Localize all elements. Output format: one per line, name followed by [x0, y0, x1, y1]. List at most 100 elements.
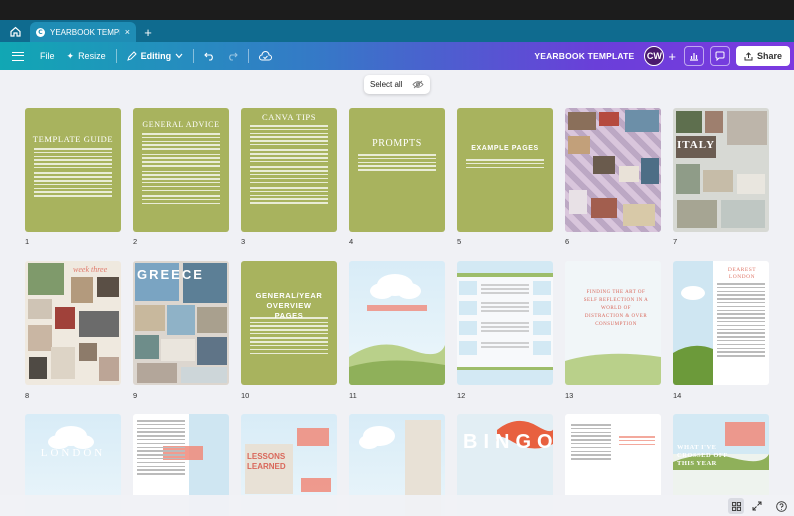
body-text: [137, 420, 185, 477]
photo: [705, 111, 723, 133]
page-title: PROMPTS: [372, 138, 422, 149]
page-number: 3: [241, 237, 246, 246]
page-number: 1: [25, 237, 30, 246]
photo: [161, 339, 195, 361]
body-text: [619, 436, 655, 447]
page-thumbnail[interactable]: EXAMPLE PAGES: [457, 108, 553, 232]
page-number: 11: [349, 391, 357, 400]
page-thumbnail[interactable]: [457, 261, 553, 385]
page-thumbnail[interactable]: GENERAL/YEAR OVERVIEW PAGES: [241, 261, 337, 385]
body-text: [571, 424, 611, 462]
page-thumbnail[interactable]: [349, 261, 445, 385]
hill-illustration: [673, 286, 713, 385]
photo: [28, 299, 52, 319]
page-title: EXAMPLE PAGES: [471, 145, 539, 152]
photo: [197, 307, 227, 333]
photo: [97, 277, 119, 297]
photo: [137, 363, 177, 383]
body-text: [142, 133, 220, 206]
page-number: 10: [241, 391, 250, 400]
page-number: 14: [673, 391, 682, 400]
page-thumbnail[interactable]: [565, 108, 661, 232]
photo: [28, 263, 64, 295]
photo: [721, 200, 765, 228]
photo: [591, 198, 617, 218]
page-title: DEAREST LONDON: [727, 267, 757, 280]
help-icon: [775, 500, 787, 512]
page-thumbnail[interactable]: DEAREST LONDON: [673, 261, 769, 385]
page-thumbnail[interactable]: week three: [25, 261, 121, 385]
photo: [619, 166, 639, 182]
help-button[interactable]: [773, 498, 789, 514]
page-thumbnail[interactable]: TEMPLATE GUIDE: [25, 108, 121, 232]
photo: [71, 277, 93, 303]
photo: [703, 170, 733, 192]
fullscreen-button[interactable]: [749, 498, 765, 514]
page-thumbnail[interactable]: ITALY: [673, 108, 769, 232]
page-number: 5: [457, 237, 462, 246]
photo: [676, 164, 700, 194]
photo: [737, 174, 765, 194]
grid-icon: [731, 501, 741, 511]
landscape-illustration: [349, 274, 445, 385]
page-thumbnail[interactable]: CANVA TIPS: [241, 108, 337, 232]
page-title: WHAT I'VE CROSSED OFF THIS YEAR: [677, 444, 728, 467]
photo: [727, 111, 767, 145]
photo: [599, 112, 619, 126]
page-title: LONDON: [40, 447, 106, 459]
photo: [79, 311, 119, 337]
page-number: 6: [565, 237, 570, 246]
photo: [135, 335, 159, 359]
body-text: [34, 148, 112, 199]
page-number: 8: [25, 391, 30, 400]
page-thumbnail[interactable]: GENERAL ADVICE: [133, 108, 229, 232]
photo: [197, 337, 227, 365]
page-title: GREECE: [137, 267, 204, 282]
page-title: BINGO: [463, 431, 553, 453]
grid-view-button[interactable]: [728, 498, 744, 514]
page-title: LESSONS LEARNED: [247, 452, 286, 471]
page-thumbnail[interactable]: PROMPTS: [349, 108, 445, 232]
page-number: 9: [133, 391, 138, 400]
highlight-box: [301, 478, 331, 492]
body-text: [250, 317, 328, 356]
page-title: CANVA TIPS: [261, 112, 317, 122]
grid-page-illustration: [457, 261, 553, 385]
photo: [623, 204, 655, 226]
page-thumbnail[interactable]: GREECE: [133, 261, 229, 385]
photo: [568, 112, 596, 130]
photo: [569, 190, 587, 214]
photo: [135, 305, 165, 331]
photo: [676, 111, 702, 133]
photo: [55, 307, 75, 329]
photo: [593, 156, 615, 174]
photo: [99, 357, 119, 381]
bottom-bar: [0, 495, 794, 516]
hills-illustration: [565, 353, 661, 385]
photo: [51, 347, 75, 379]
photo: [568, 136, 590, 154]
pages-grid: TEMPLATE GUIDE 1 GENERAL ADVICE 2 CANVA …: [0, 0, 794, 516]
page-title: ITALY: [677, 139, 716, 151]
body-text: [358, 154, 436, 173]
page-title: GENERAL ADVICE: [142, 120, 220, 129]
page-number: 2: [133, 237, 138, 246]
page-number: 12: [457, 391, 466, 400]
body-text: [250, 125, 328, 206]
body-text: [717, 283, 765, 359]
page-title: TEMPLATE GUIDE: [32, 134, 114, 144]
photo: [79, 343, 97, 361]
page-title: week three: [73, 265, 108, 274]
photo: [641, 158, 659, 184]
page-number: 13: [565, 391, 574, 400]
photo: [181, 367, 227, 383]
expand-icon: [752, 501, 762, 511]
page-number: 7: [673, 237, 678, 246]
photo: [677, 200, 717, 228]
page-number: 4: [349, 237, 354, 246]
page-thumbnail[interactable]: FINDING THE ART OF SELF REFLECTION IN A …: [565, 261, 661, 385]
highlight-box: [297, 428, 329, 446]
photo: [29, 357, 47, 379]
photo: [167, 305, 195, 335]
photo: [28, 325, 52, 351]
